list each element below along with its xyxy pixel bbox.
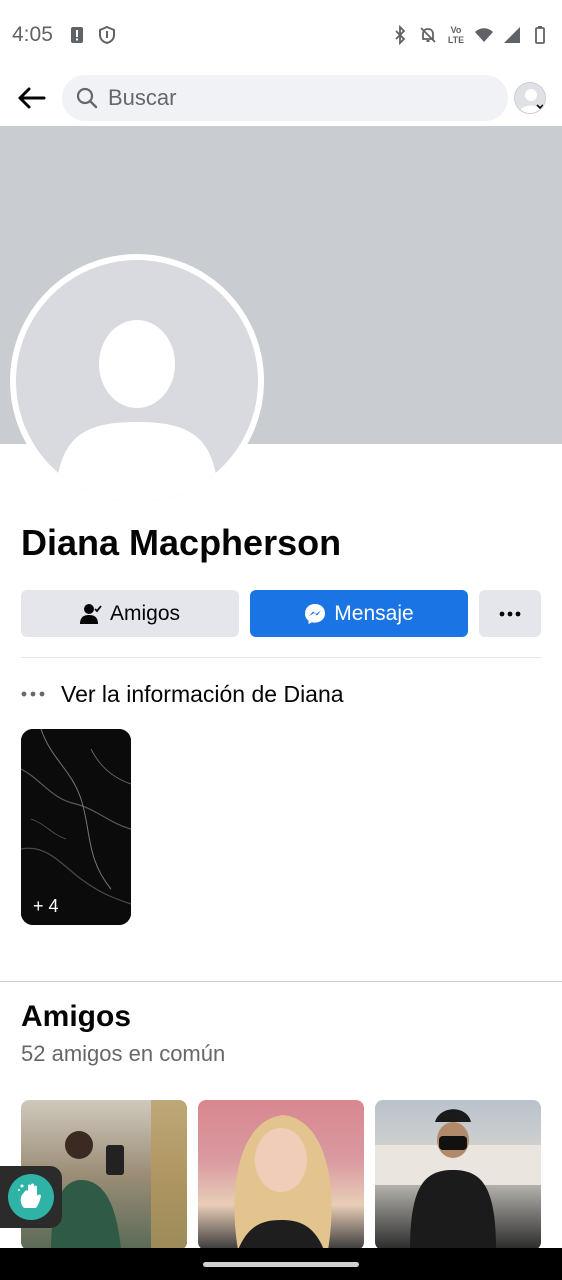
search-input[interactable]: Buscar (62, 75, 508, 121)
message-button[interactable]: Mensaje (250, 590, 468, 637)
alert-icon (70, 27, 83, 43)
status-time: 4:05 (12, 23, 53, 46)
bluetooth-icon (395, 25, 406, 45)
avatar-silhouette-icon (56, 320, 218, 502)
friend-2-figure (234, 1115, 332, 1250)
friends-grid (21, 1100, 541, 1250)
photos-tile[interactable]: + 4 (21, 729, 131, 925)
mutual-friends-count: 52 amigos en común (21, 1041, 226, 1066)
friend-3-figure (375, 1109, 541, 1250)
friends-button[interactable]: Amigos (21, 590, 239, 637)
more-options-button[interactable] (479, 590, 541, 637)
search-icon (76, 87, 98, 109)
photos-more-count: + 4 (33, 896, 59, 916)
default-avatar-icon (16, 260, 258, 502)
account-avatar-icon[interactable] (514, 82, 546, 114)
search-placeholder: Buscar (108, 85, 177, 110)
friend-photo-3[interactable] (375, 1100, 541, 1250)
top-bar: Buscar (0, 70, 562, 126)
volte-icon: Vo LTE (447, 25, 465, 45)
arrow-left-icon (18, 87, 46, 109)
divider (21, 657, 541, 658)
see-info-label: Ver la información de Diana (61, 680, 344, 707)
wifi-icon (475, 28, 493, 42)
profile-actions: Amigos Mensaje (21, 590, 541, 637)
signal-icon (504, 27, 520, 43)
friend-check-icon (79, 603, 102, 624)
more-horizontal-icon (21, 691, 45, 697)
more-horizontal-icon (499, 611, 521, 616)
see-info-link[interactable]: Ver la información de Diana (21, 676, 344, 712)
home-gesture-handle[interactable] (203, 1262, 359, 1267)
message-button-label: Mensaje (334, 601, 414, 625)
system-navigation-bar (0, 1248, 562, 1280)
status-bar: 4:05 Vo LTE (0, 0, 562, 70)
shield-icon (98, 25, 115, 45)
hand-glyph-icon (18, 1183, 41, 1208)
floating-assistant-button[interactable] (0, 1166, 62, 1228)
section-divider (0, 981, 562, 982)
messenger-icon (305, 603, 326, 624)
hand-wave-icon (8, 1174, 54, 1220)
profile-name: Diana Macpherson (21, 522, 342, 563)
friends-button-label: Amigos (109, 601, 181, 625)
friend-photo-2[interactable] (198, 1100, 364, 1250)
bell-off-icon (420, 27, 436, 43)
profile-picture[interactable] (10, 254, 264, 508)
back-button[interactable] (0, 70, 62, 126)
friends-section-title[interactable]: Amigos (21, 1000, 131, 1034)
battery-icon (535, 26, 545, 44)
account-silhouette-icon (519, 89, 544, 113)
